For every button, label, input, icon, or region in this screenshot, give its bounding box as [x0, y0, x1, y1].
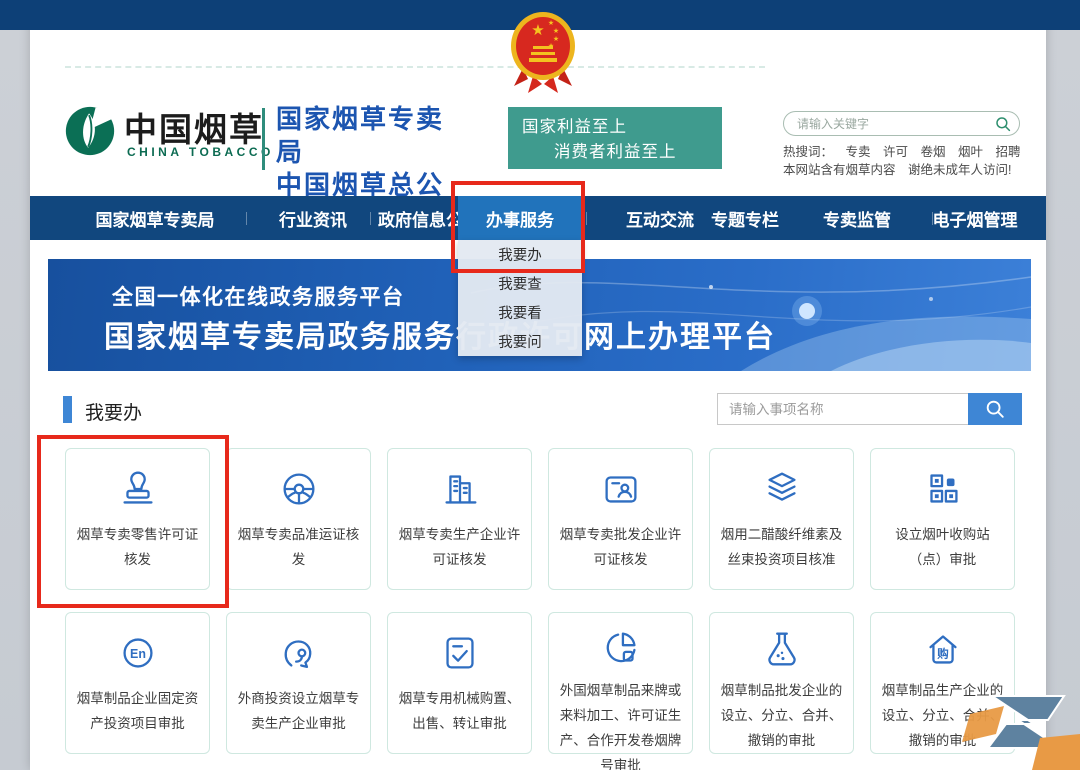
pie-chart-icon [598, 626, 644, 672]
service-card-4[interactable]: 烟草专卖批发企业许可证核发 [548, 448, 693, 590]
svg-text:★: ★ [548, 19, 554, 27]
nav-separator [586, 212, 587, 225]
factory-building-icon [437, 462, 483, 516]
document-check-icon [437, 626, 483, 680]
dropdown-item-i-want-to-query[interactable]: 我要查 [458, 269, 582, 298]
nav-item-monopoly-supervision[interactable]: 专卖监管 [792, 196, 922, 240]
service-card-8[interactable]: 外商投资设立烟草专卖生产企业审批 [226, 612, 371, 754]
slogan-banner: 国家利益至上 消费者利益至上 [508, 107, 722, 169]
service-card-6[interactable]: 设立烟叶收购站（点）审批 [870, 448, 1015, 590]
search-icon[interactable] [993, 115, 1019, 133]
service-card-11[interactable]: 烟草制品批发企业的设立、分立、合并、撤销的审批 [709, 612, 854, 754]
service-card-label: 外国烟草制品来牌或来料加工、许可证生产、合作开发卷烟牌号审批 [549, 678, 692, 770]
section-title-marker [63, 396, 72, 423]
highlight-box-services-menu [451, 181, 585, 273]
svg-text:★: ★ [531, 22, 544, 39]
nav-separator [246, 212, 247, 225]
search-icon [984, 398, 1006, 420]
brand-name-en: CHINA TOBACCO [127, 145, 274, 159]
brand-divider [262, 108, 265, 170]
service-card-label: 设立烟叶收购站（点）审批 [871, 522, 1014, 572]
service-card-5[interactable]: 烟用二醋酸纤维素及丝束投资项目核准 [709, 448, 854, 590]
service-card-label: 烟草专卖品准运证核发 [227, 522, 370, 572]
svg-text:购: 购 [937, 647, 949, 661]
hot-search-words: 热搜词： 专卖 许可 卷烟 烟叶 招聘 [783, 141, 1030, 160]
minor-access-notice: 本网站含有烟草内容 谢绝未成年人访问! [783, 159, 1011, 178]
highlight-box-retail-license-card [37, 435, 229, 608]
dropdown-item-i-want-to-view[interactable]: 我要看 [458, 298, 582, 327]
site-search [783, 111, 1020, 136]
national-emblem-icon: ★ ★ ★ ★ ★ [505, 8, 581, 96]
nav-item-special-topics[interactable]: 专题专栏 [680, 196, 810, 240]
id-card-icon [598, 462, 644, 516]
service-search-button[interactable] [968, 393, 1022, 425]
nav-item-home[interactable]: 国家烟草专卖局 [70, 196, 240, 240]
slogan-line1: 国家利益至上 [508, 115, 722, 140]
hot-word[interactable]: 招聘 [996, 145, 1021, 159]
header-dashed-divider [65, 66, 765, 68]
site-search-input[interactable] [784, 117, 993, 131]
nav-separator [370, 212, 371, 225]
layers-icon [759, 462, 805, 516]
nav-item-industry-news[interactable]: 行业资讯 [258, 196, 368, 240]
banner-subtitle: 全国一体化在线政务服务平台 [112, 281, 405, 311]
banner-title: 国家烟草专卖局政务服务行政许可网上办理平台 [104, 312, 776, 356]
brand-name-cn: 中国烟草 [124, 103, 264, 151]
hot-word[interactable]: 许可 [883, 145, 908, 159]
service-card-2[interactable]: 烟草专卖品准运证核发 [226, 448, 371, 590]
service-card-label: 烟草专卖批发企业许可证核发 [549, 522, 692, 572]
flask-icon [759, 626, 805, 672]
service-card-label: 烟草制品批发企业的设立、分立、合并、撤销的审批 [710, 678, 853, 753]
page: ★ ★ ★ ★ ★ 中国烟草 CHINA TOBACCO 国家烟草专卖局 中国烟… [0, 0, 1080, 770]
service-card-10[interactable]: 外国烟草制品来牌或来料加工、许可证生产、合作开发卷烟牌号审批 [548, 612, 693, 754]
service-card-9[interactable]: 烟草专用机械购置、出售、转让审批 [387, 612, 532, 754]
service-card-label: 烟草专卖生产企业许可证核发 [388, 522, 531, 572]
svg-text:★: ★ [553, 27, 559, 35]
org-name-line1: 国家烟草专卖局 [276, 103, 456, 169]
service-card-label: 烟草制品企业固定资产投资项目审批 [66, 686, 209, 736]
hot-word[interactable]: 卷烟 [921, 145, 946, 159]
service-search-input[interactable] [717, 393, 968, 425]
en-circle-icon: En [115, 626, 161, 680]
section-title: 我要办 [85, 398, 142, 425]
svg-text:★: ★ [553, 35, 559, 43]
svg-text:En: En [130, 647, 146, 661]
blocks-icon [920, 462, 966, 516]
hot-word[interactable]: 烟叶 [958, 145, 983, 159]
service-card-label: 外商投资设立烟草专卖生产企业审批 [227, 686, 370, 736]
hot-word[interactable]: 专卖 [846, 145, 871, 159]
service-card-label: 烟用二醋酸纤维素及丝束投资项目核准 [710, 522, 853, 572]
steering-wheel-icon [276, 462, 322, 516]
slogan-line2: 消费者利益至上 [508, 140, 722, 165]
nav-item-ecigarette[interactable]: 电子烟管理 [910, 196, 1040, 240]
hot-words-label: 热搜词： [783, 145, 833, 159]
service-card-label: 烟草专用机械购置、出售、转让审批 [388, 686, 531, 736]
headset-person-icon [276, 626, 322, 680]
service-search [717, 393, 1022, 425]
dropdown-item-i-want-to-ask[interactable]: 我要问 [458, 327, 582, 356]
china-tobacco-leaf-logo-icon [64, 105, 116, 157]
house-shop-icon: 购 [920, 626, 966, 672]
service-card-3[interactable]: 烟草专卖生产企业许可证核发 [387, 448, 532, 590]
watermark-logo-icon [952, 686, 1080, 770]
service-card-7[interactable]: En 烟草制品企业固定资产投资项目审批 [65, 612, 210, 754]
